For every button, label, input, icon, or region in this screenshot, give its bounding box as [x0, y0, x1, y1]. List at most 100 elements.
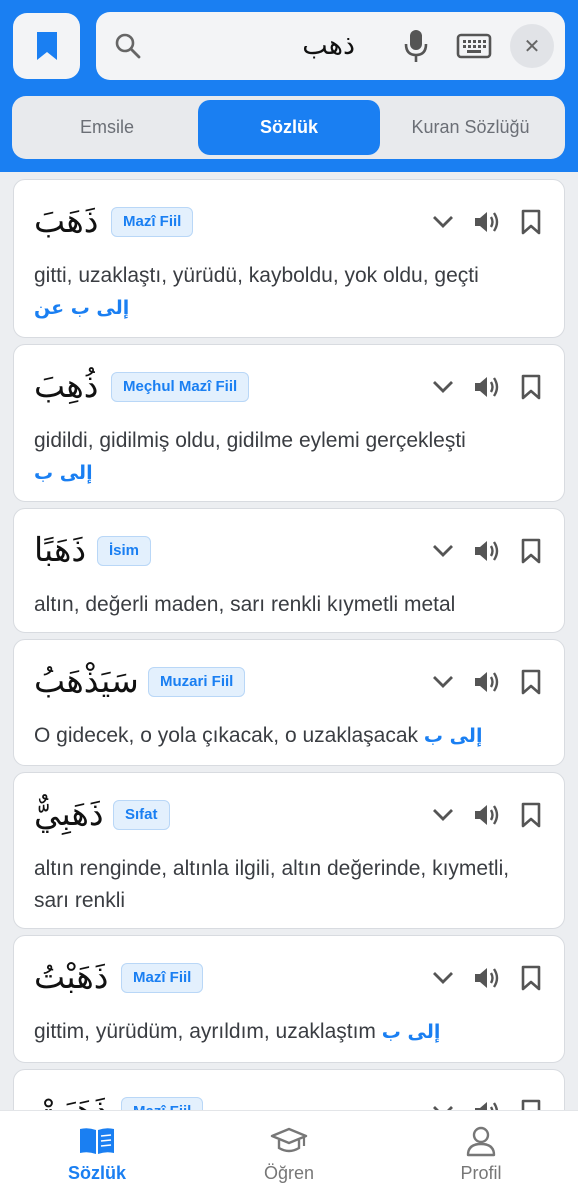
bookmark-outline-icon	[521, 802, 541, 828]
results-list[interactable]: ذَهَبَ Mazî Fiil gitti, uzaklaştı, yürüd…	[0, 172, 578, 1110]
word-type-badge: Meçhul Mazî Fiil	[111, 372, 250, 402]
meaning: altın renginde, altınla ilgili, altın de…	[34, 857, 510, 912]
bookmark-button[interactable]	[516, 535, 546, 567]
search-query[interactable]: ذهب	[302, 28, 355, 64]
result-card[interactable]: ذَهَبَتْ Mazî Fiil	[13, 1069, 565, 1110]
arabic-word: سَيَذْهَبُ	[34, 661, 139, 700]
meaning-text: altın, değerli maden, sarı renkli kıymet…	[34, 589, 544, 621]
meaning: gitti, uzaklaştı, yürüdü, kayboldu, yok …	[34, 264, 479, 287]
nav-label: Profil	[460, 1163, 502, 1183]
word-type-badge: Sıfat	[113, 800, 170, 830]
result-card[interactable]: ذَهَبِيٌّ Sıfat altın renginde, altınla …	[13, 772, 565, 929]
chevron-down-icon	[433, 545, 453, 557]
bookmark-outline-icon	[521, 374, 541, 400]
expand-button[interactable]	[428, 1096, 458, 1110]
chevron-down-icon	[433, 381, 453, 393]
bookmark-button[interactable]	[516, 371, 546, 403]
clear-search-button[interactable]: ✕	[510, 24, 554, 68]
play-audio-button[interactable]	[472, 799, 502, 831]
bookmark-button[interactable]	[516, 799, 546, 831]
arabic-word: ذَهَبْتُ	[34, 957, 109, 996]
expand-button[interactable]	[428, 535, 458, 567]
prepositions: إلى ب	[423, 725, 483, 747]
play-audio-button[interactable]	[472, 535, 502, 567]
nav-sozluk[interactable]: Sözlük	[27, 1125, 167, 1191]
bookmark-button[interactable]	[516, 206, 546, 238]
keyboard-icon[interactable]	[456, 30, 492, 62]
bookmark-outline-icon	[521, 1099, 541, 1110]
prepositions: إلى ب عن	[34, 297, 130, 319]
expand-button[interactable]	[428, 799, 458, 831]
bookmark-button[interactable]	[516, 1096, 546, 1110]
word-type-badge: Mazî Fiil	[111, 207, 194, 237]
chevron-down-icon	[433, 216, 453, 228]
meaning: altın, değerli maden, sarı renkli kıymet…	[34, 593, 456, 616]
meaning: O gidecek, o yola çıkacak, o uzaklaşacak	[34, 724, 419, 747]
search-icon	[115, 33, 141, 59]
bookmark-button[interactable]	[516, 962, 546, 994]
prepositions: إلى ب	[34, 462, 93, 484]
bookmark-outline-icon	[521, 669, 541, 695]
result-card[interactable]: ذَهَبْتُ Mazî Fiil gittim, yürüdüm, ayrı…	[13, 935, 565, 1063]
bookmark-filled-icon	[36, 32, 57, 60]
result-card[interactable]: ذَهَبَ Mazî Fiil gitti, uzaklaştı, yürüd…	[13, 179, 565, 338]
nav-ogren[interactable]: Öğren	[219, 1125, 359, 1191]
meaning: gidildi, gidilmiş oldu, gidilme eylemi g…	[34, 429, 466, 452]
play-audio-button[interactable]	[472, 1096, 502, 1110]
graduation-cap-icon	[270, 1127, 308, 1153]
speaker-icon	[475, 212, 499, 232]
bookmark-outline-icon	[521, 209, 541, 235]
play-audio-button[interactable]	[472, 206, 502, 238]
mode-tabs: Emsile Sözlük Kuran Sözlüğü	[12, 96, 565, 159]
close-icon: ✕	[523, 35, 541, 58]
app-header: ذهب ✕ Emsile Sözlük Kuran Sözlüğü	[0, 0, 578, 172]
meaning-text: gittim, yürüdüm, ayrıldım, uzaklaştım إل…	[34, 1016, 544, 1048]
speaker-icon	[475, 377, 499, 397]
nav-label: Sözlük	[67, 1163, 126, 1183]
meaning-text: O gidecek, o yola çıkacak, o uzaklaşacak…	[34, 720, 544, 752]
speaker-icon	[475, 968, 499, 988]
play-audio-button[interactable]	[472, 371, 502, 403]
saved-words-button[interactable]	[13, 13, 80, 79]
person-icon	[466, 1126, 496, 1157]
book-icon	[80, 1128, 114, 1154]
arabic-word: ذَهَبِيٌّ	[34, 794, 104, 833]
tab-emsile[interactable]: Emsile	[16, 100, 198, 155]
bottom-navigation: Sözlük Öğren Profil	[0, 1110, 578, 1200]
tab-sozluk[interactable]: Sözlük	[198, 100, 380, 155]
result-card[interactable]: سَيَذْهَبُ Muzari Fiil O gidecek, o yola…	[13, 639, 565, 766]
expand-button[interactable]	[428, 666, 458, 698]
speaker-icon	[475, 1102, 499, 1110]
bookmark-outline-icon	[521, 965, 541, 991]
arabic-word: ذَهَبَتْ	[34, 1086, 108, 1110]
speaker-icon	[475, 672, 499, 692]
play-audio-button[interactable]	[472, 962, 502, 994]
nav-label: Öğren	[263, 1163, 315, 1183]
nav-profil[interactable]: Profil	[411, 1125, 551, 1191]
play-audio-button[interactable]	[472, 666, 502, 698]
speaker-icon	[475, 805, 499, 825]
speaker-icon	[475, 541, 499, 561]
microphone-icon[interactable]	[402, 28, 430, 64]
expand-button[interactable]	[428, 962, 458, 994]
prepositions: إلى ب	[381, 1021, 441, 1043]
arabic-word: ذَهَبَ	[34, 201, 99, 240]
result-card[interactable]: ذُهِبَ Meçhul Mazî Fiil gidildi, gidilmi…	[13, 344, 565, 502]
expand-button[interactable]	[428, 371, 458, 403]
chevron-down-icon	[433, 676, 453, 688]
tab-kuran-sozlugu[interactable]: Kuran Sözlüğü	[380, 100, 561, 155]
meaning-text: gidildi, gidilmiş oldu, gidilme eylemi g…	[34, 425, 544, 489]
meaning-text: altın renginde, altınla ilgili, altın de…	[34, 853, 544, 917]
search-box[interactable]: ذهب ✕	[96, 12, 565, 80]
word-type-badge: İsim	[97, 536, 152, 566]
word-type-badge: Mazî Fiil	[121, 963, 204, 993]
meaning: gittim, yürüdüm, ayrıldım, uzaklaştım	[34, 1020, 376, 1043]
word-type-badge: Muzari Fiil	[148, 667, 246, 697]
bookmark-button[interactable]	[516, 666, 546, 698]
chevron-down-icon	[433, 809, 453, 821]
word-type-badge: Mazî Fiil	[121, 1097, 204, 1110]
bookmark-outline-icon	[521, 538, 541, 564]
result-card[interactable]: ذَهَبًا İsim altın, değerli maden, sarı …	[13, 508, 565, 633]
arabic-word: ذَهَبًا	[34, 530, 87, 569]
expand-button[interactable]	[428, 206, 458, 238]
